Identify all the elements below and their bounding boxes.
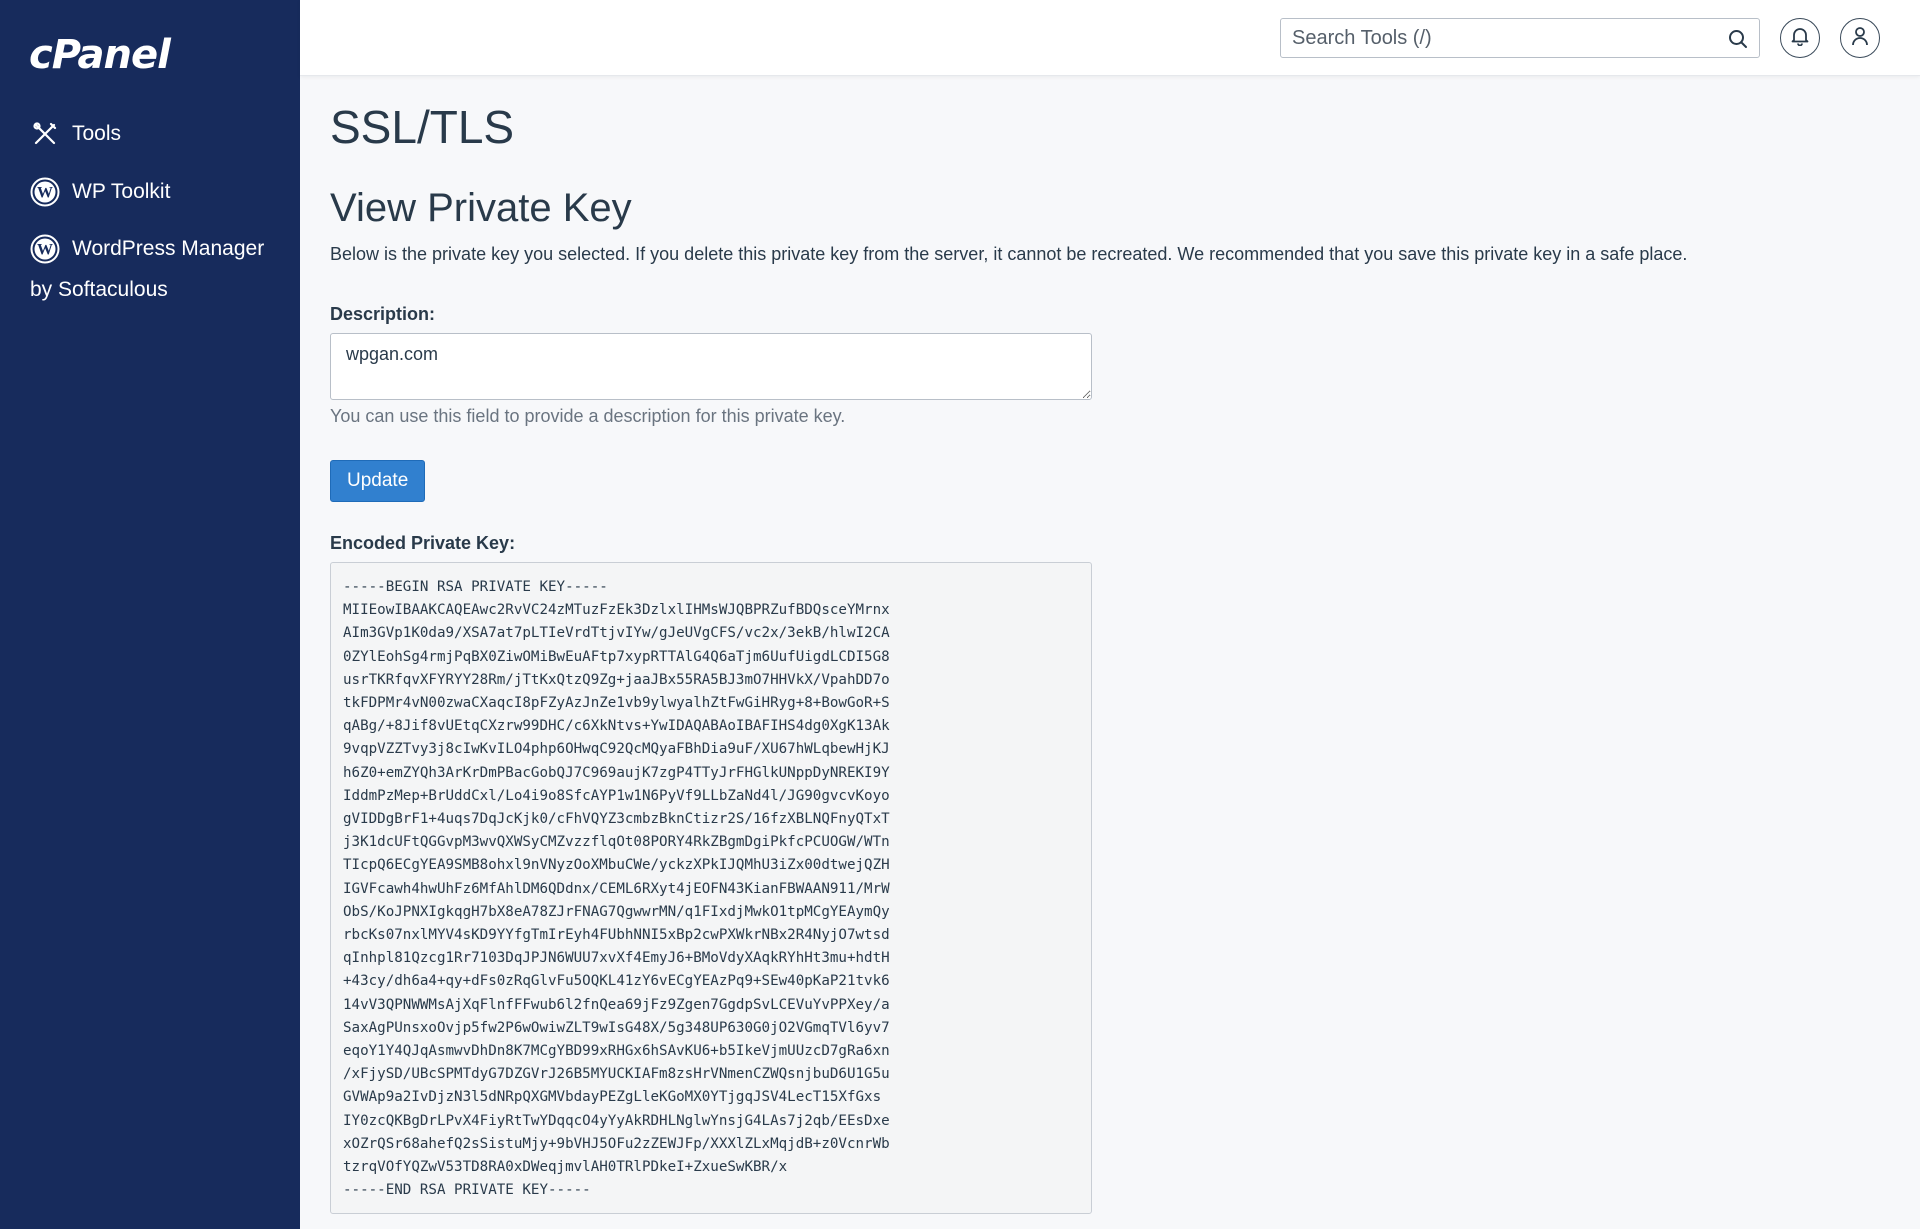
key-line: -----BEGIN RSA PRIVATE KEY----- <box>343 579 608 595</box>
svg-text:W: W <box>37 185 53 202</box>
key-line: eqoY1Y4QJqAsmwvDhDn8K7MCgYBD99xRHGx6hSAv… <box>343 1043 890 1060</box>
key-line: IddmPzMep+BrUddCxl/Lo4i9o8SfcAYP1w1N6PyV… <box>343 787 890 804</box>
key-line: GVWAp9a2IvDjzN3l5dNRpQXGMVbdayPEZgLleKGo… <box>343 1089 882 1106</box>
key-line: tkFDPMr4vN00zwaCXaqcI8pFZyAzJnZe1vb9ylwy… <box>343 695 890 712</box>
notifications-button[interactable] <box>1780 18 1820 58</box>
key-line: j3K1dcUFtQGGvpM3wvQXWSyCMZvzzflqOt08PORY… <box>343 834 890 851</box>
key-line: 9vqpVZZTvy3j8cIwKvILO4php6OHwqC92QcMQyaF… <box>343 741 890 758</box>
description-help-text: You can use this field to provide a desc… <box>330 406 846 426</box>
key-line: h6Z0+emZYQh3ArKrDmPBacGobQJ7C969aujK7zgP… <box>343 764 890 781</box>
key-line: rbcKs07nxlMYV4sKD9YYfgTmIrEyh4FUbhNNI5xB… <box>343 927 890 944</box>
user-icon <box>1851 26 1869 51</box>
sidebar-item-sublabel: by Softaculous <box>30 278 168 301</box>
encoded-key-label: Encoded Private Key: <box>330 533 516 553</box>
intro-text: Below is the private key you selected. I… <box>330 244 1688 264</box>
sidebar-item-label: Tools <box>72 122 122 145</box>
key-line: qABg/+8Jif8vUEtqCXzrw99DHC/c6XkNtvs+YwID… <box>343 718 890 735</box>
key-line: gVIDDgBrF1+4uqs7DqJcKjk0/cFhVQYZ3cmbzBkn… <box>343 811 890 828</box>
description-field[interactable]: wpgan.com <box>330 333 1092 400</box>
key-line: qInhpl81Qzcg1Rr7103DqJPJN6WUU7xvXf4EmyJ6… <box>343 950 890 967</box>
key-line: 0ZYlEohSg4rmjPqBX0ZiwOMiBwEuAFtp7xypRTTA… <box>343 648 890 665</box>
top-header <box>300 0 1920 76</box>
key-line: +43cy/dh6a4+qy+dFs0zRqGlvFu5OQKL41zY6vEC… <box>343 973 890 990</box>
sidebar: cPanel Tools W WP Toolkit W WordPress Ma… <box>0 0 300 1229</box>
sidebar-item-label: WordPress Manager <box>72 237 265 260</box>
key-line: AIm3GVp1K0da9/XSA7at7pLTIeVrdTtjvIYw/gJe… <box>343 625 890 642</box>
encoded-key-box[interactable]: -----BEGIN RSA PRIVATE KEY----- MIIEowIB… <box>330 562 1092 1214</box>
search-icon[interactable] <box>1727 28 1749 50</box>
key-line: ObS/KoJPNXIgkqgH7bX8eA78ZJrFNAG7QgwwrMN/… <box>343 903 890 920</box>
key-line: MIIEowIBAAKCAQEAwc2RvVC24zMTuzFzEk3Dzlxl… <box>343 602 890 619</box>
bell-icon <box>1791 26 1809 51</box>
key-line: /xFjySD/UBcSPMTdyG7DZGVrJ26B5MYUCKIAFm8z… <box>343 1066 890 1083</box>
tools-icon <box>30 119 60 149</box>
key-line: usrTKRfqvXFYRYY28Rm/jTtKxQtzQ9Zg+jaaJBx5… <box>343 671 890 688</box>
sidebar-item-wordpress-manager[interactable]: W WordPress Manager by Softaculous <box>30 234 264 302</box>
section-title: View Private Key <box>330 186 632 230</box>
cpanel-logo[interactable]: cPanel <box>29 30 171 80</box>
key-line: TIcpQ6ECgYEA9SMB8ohxl9nVNyzOoXMbuCWe/yck… <box>343 857 890 874</box>
sidebar-item-tools[interactable]: Tools <box>30 119 121 149</box>
search-box <box>1280 18 1760 58</box>
description-label: Description: <box>330 304 436 324</box>
key-line: 14vV3QPNWWMsAjXqFlnfFFwub6l2fnQea69jFz9Z… <box>343 996 890 1013</box>
key-line: IGVFcawh4hwUhFz6MfAhlDM6QDdnx/CEML6RXyt4… <box>343 880 890 897</box>
key-line: -----END RSA PRIVATE KEY----- <box>343 1182 591 1199</box>
user-menu-button[interactable] <box>1840 18 1880 58</box>
svg-text:W: W <box>37 242 53 259</box>
sidebar-item-label: WP Toolkit <box>72 180 171 203</box>
update-button[interactable]: Update <box>330 460 426 502</box>
page-title: SSL/TLS <box>330 101 515 153</box>
key-line: xOZrQSr68ahefQ2sSistuMjy+9bVHJ5OFu2zZEWJ… <box>343 1135 890 1152</box>
wordpress-icon: W <box>30 234 60 264</box>
key-line: IY0zcQKBgDrLPvX4FiyRtTwYDqqcO4yYyAkRDHLN… <box>343 1112 890 1129</box>
sidebar-item-wp-toolkit[interactable]: W WP Toolkit <box>30 177 170 207</box>
wordpress-icon: W <box>30 177 60 207</box>
key-line: SaxAgPUnsxoOvjp5fw2P6wOwiwZLT9wIsG48X/5g… <box>343 1019 890 1036</box>
search-input[interactable] <box>1281 19 1711 57</box>
key-line: tzrqVOfYQZwV53TD8RA0xDWeqjmvlAH0TRlPDkeI… <box>343 1159 788 1176</box>
